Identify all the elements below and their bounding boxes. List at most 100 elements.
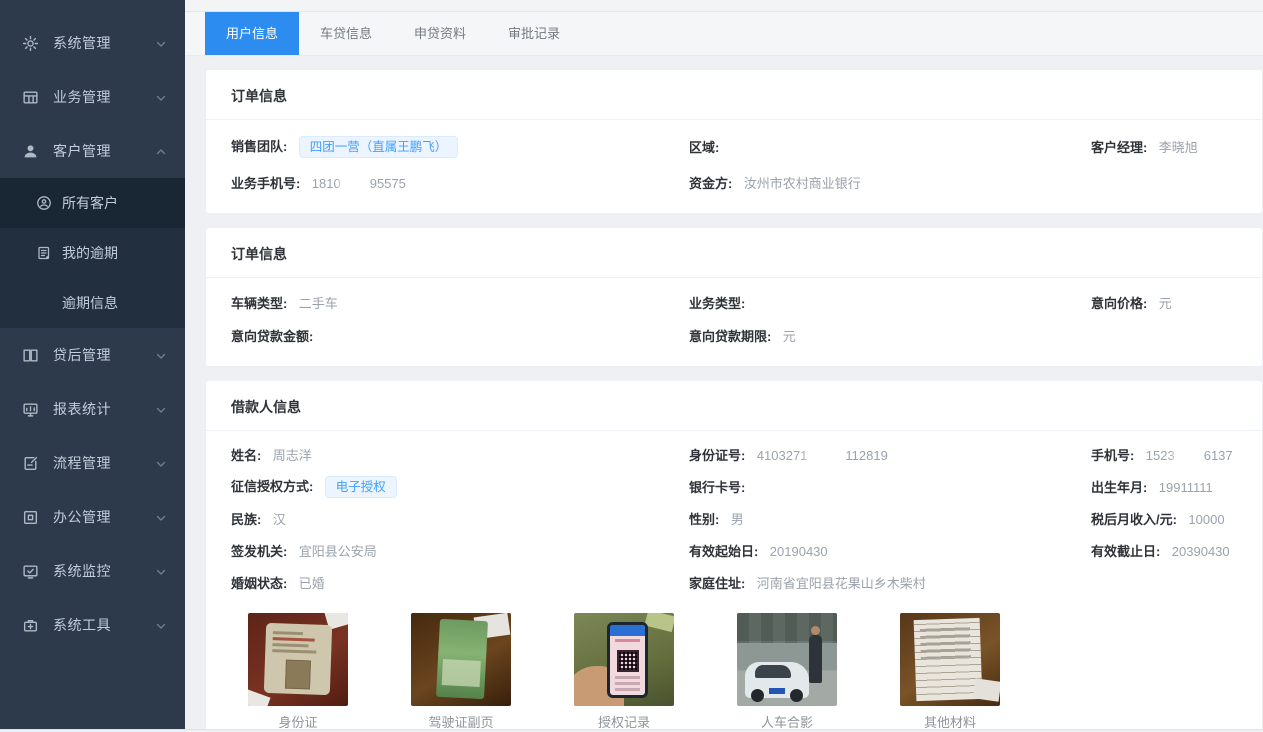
sidebar-item-label: 系统工具	[53, 615, 155, 635]
sidebar-item-label: 所有客户	[62, 193, 118, 213]
field-intent-loan-amount: 意向贷款金额:	[231, 326, 689, 346]
peoples-icon	[36, 195, 52, 211]
user-icon	[22, 143, 39, 160]
field-value: 1523 6137	[1146, 448, 1233, 463]
field-monthly-income: 税后月收入/元: 10000	[1091, 509, 1237, 529]
photo-person-with-car[interactable]	[737, 613, 837, 706]
field-vehicle-type: 车辆类型: 二手车	[231, 293, 689, 313]
field-issuing-authority: 签发机关: 宜阳县公安局	[231, 541, 689, 561]
field-funder: 资金方: 汝州市农村商业银行	[689, 173, 1091, 193]
field-value: 19911111	[1159, 480, 1213, 495]
sidebar-item-customer-mgmt[interactable]: 客户管理	[0, 124, 185, 178]
field-label: 区域:	[689, 140, 719, 155]
borrower-info-card: 借款人信息 姓名: 周志洋 身份证号: 4103271112819 手机号: 1…	[205, 380, 1263, 732]
field-value: 20190430	[770, 544, 828, 559]
sales-team-tag: 四团一营（直属王鹏飞）	[299, 136, 459, 159]
field-intent-price: 意向价格: 元	[1091, 293, 1237, 313]
field-label: 车辆类型:	[231, 296, 287, 311]
sidebar-item-label: 流程管理	[53, 453, 155, 473]
field-name: 姓名: 周志洋	[231, 445, 689, 465]
sidebar-item-postloan-mgmt[interactable]: 贷后管理	[0, 328, 185, 382]
field-value: 男	[731, 512, 744, 527]
field-account-manager: 客户经理: 李晓旭	[1091, 137, 1237, 157]
sidebar-item-process-mgmt[interactable]: 流程管理	[0, 436, 185, 490]
tab-bar: 用户信息 车贷信息 申贷资料 审批记录	[185, 12, 1263, 56]
field-row: 销售团队: 四团一营（直属王鹏飞） 区域: 客户经理: 李晓旭	[206, 128, 1262, 166]
sidebar-item-office-mgmt[interactable]: 办公管理	[0, 490, 185, 544]
field-home-address: 家庭住址: 河南省宜阳县花果山乡木柴村	[689, 573, 1091, 593]
tab-user-info[interactable]: 用户信息	[205, 12, 299, 55]
mobile-suffix: 6137	[1204, 448, 1233, 463]
customer-mgmt-submenu: 所有客户 我的逾期 逾期信息	[0, 178, 185, 328]
field-label: 姓名:	[231, 448, 261, 463]
field-label: 征信授权方式:	[231, 479, 313, 494]
sidebar-item-label: 贷后管理	[53, 345, 155, 365]
field-label: 出生年月:	[1091, 480, 1147, 495]
field-label: 银行卡号:	[689, 480, 745, 495]
sidebar-item-label: 客户管理	[53, 141, 155, 161]
phone-suffix: 95575	[370, 176, 406, 191]
tab-car-loan-info[interactable]: 车贷信息	[299, 12, 393, 55]
photo-green-booklet[interactable]	[411, 613, 511, 706]
field-label: 民族:	[231, 512, 261, 527]
sidebar-item-report-stats[interactable]: 报表统计	[0, 382, 185, 436]
field-value: 20390430	[1172, 544, 1230, 559]
field-row: 征信授权方式: 电子授权 银行卡号: 出生年月: 19911111	[206, 471, 1262, 503]
nested-square-icon	[22, 509, 39, 526]
columns-icon	[22, 347, 39, 364]
photo-handwritten-document[interactable]	[900, 613, 1000, 706]
chevron-down-icon	[155, 91, 167, 103]
tab-loan-application-docs[interactable]: 申贷资料	[393, 12, 487, 55]
main-content: 用户信息 车贷信息 申贷资料 审批记录 订单信息 销售团队: 四团一营（直属王鹏…	[185, 0, 1263, 732]
sidebar-item-label: 逾期信息	[62, 293, 118, 313]
field-label: 有效截止日:	[1091, 544, 1160, 559]
field-business-type: 业务类型:	[689, 293, 1091, 313]
field-label: 客户经理:	[1091, 140, 1147, 155]
tab-approval-records[interactable]: 审批记录	[487, 12, 581, 55]
sidebar-item-all-customers[interactable]: 所有客户	[0, 178, 185, 228]
field-row: 婚姻状态: 已婚 家庭住址: 河南省宜阳县花果山乡木柴村	[206, 567, 1262, 599]
mobile-prefix: 1523	[1146, 448, 1175, 463]
sidebar-item-overdue-info[interactable]: 逾期信息	[0, 278, 185, 328]
field-label: 意向贷款期限:	[689, 329, 771, 344]
sidebar-item-system-monitor[interactable]: 系统监控	[0, 544, 185, 598]
field-label: 意向贷款金额:	[231, 329, 313, 344]
card-title: 订单信息	[206, 70, 1262, 120]
photo-caption: 其他材料	[900, 712, 1000, 728]
field-business-phone: 业务手机号: 181095575	[231, 173, 689, 193]
grid-icon	[22, 89, 39, 106]
chevron-up-icon	[155, 145, 167, 157]
photo-caption: 人车合影	[737, 712, 837, 728]
field-bank-card: 银行卡号:	[689, 477, 1091, 497]
card-title: 订单信息	[206, 228, 1262, 278]
gear-icon	[22, 35, 39, 52]
field-intent-loan-term: 意向贷款期限: 元	[689, 326, 1091, 346]
redaction-overlay	[342, 176, 369, 191]
sidebar-item-system-tools[interactable]: 系统工具	[0, 598, 185, 652]
field-label: 资金方:	[689, 176, 732, 191]
photo-phone-qr-code[interactable]	[574, 613, 674, 706]
sidebar-item-label: 报表统计	[53, 399, 155, 419]
field-value: 元	[783, 329, 796, 344]
sidebar: 系统管理 业务管理 客户管理 所有客户 我的逾期 逾期信息	[0, 0, 185, 732]
borrower-photos: 身份证 驾驶证副页	[206, 599, 1262, 728]
field-row: 车辆类型: 二手车 业务类型: 意向价格: 元	[206, 286, 1262, 319]
sidebar-item-label: 业务管理	[53, 87, 155, 107]
field-label: 销售团队:	[231, 139, 287, 154]
sidebar-item-business-mgmt[interactable]: 业务管理	[0, 70, 185, 124]
field-row: 姓名: 周志洋 身份证号: 4103271112819 手机号: 1523613…	[206, 439, 1262, 471]
documentation-icon	[36, 245, 52, 261]
credit-auth-tag: 电子授权	[325, 476, 397, 499]
field-value: 汉	[273, 512, 286, 527]
photo-id-card[interactable]	[248, 613, 348, 706]
sidebar-item-system-mgmt[interactable]: 系统管理	[0, 16, 185, 70]
sidebar-item-my-overdue[interactable]: 我的逾期	[0, 228, 185, 278]
field-label: 意向价格:	[1091, 296, 1147, 311]
field-label: 家庭住址:	[689, 576, 745, 591]
phone-prefix: 1810	[312, 176, 341, 191]
field-value: 4103271112819	[757, 448, 888, 463]
field-value: 李晓旭	[1159, 140, 1198, 155]
field-sales-team: 销售团队: 四团一营（直属王鹏飞）	[231, 136, 689, 159]
chevron-down-icon	[155, 403, 167, 415]
redaction-overlay	[1176, 448, 1203, 463]
